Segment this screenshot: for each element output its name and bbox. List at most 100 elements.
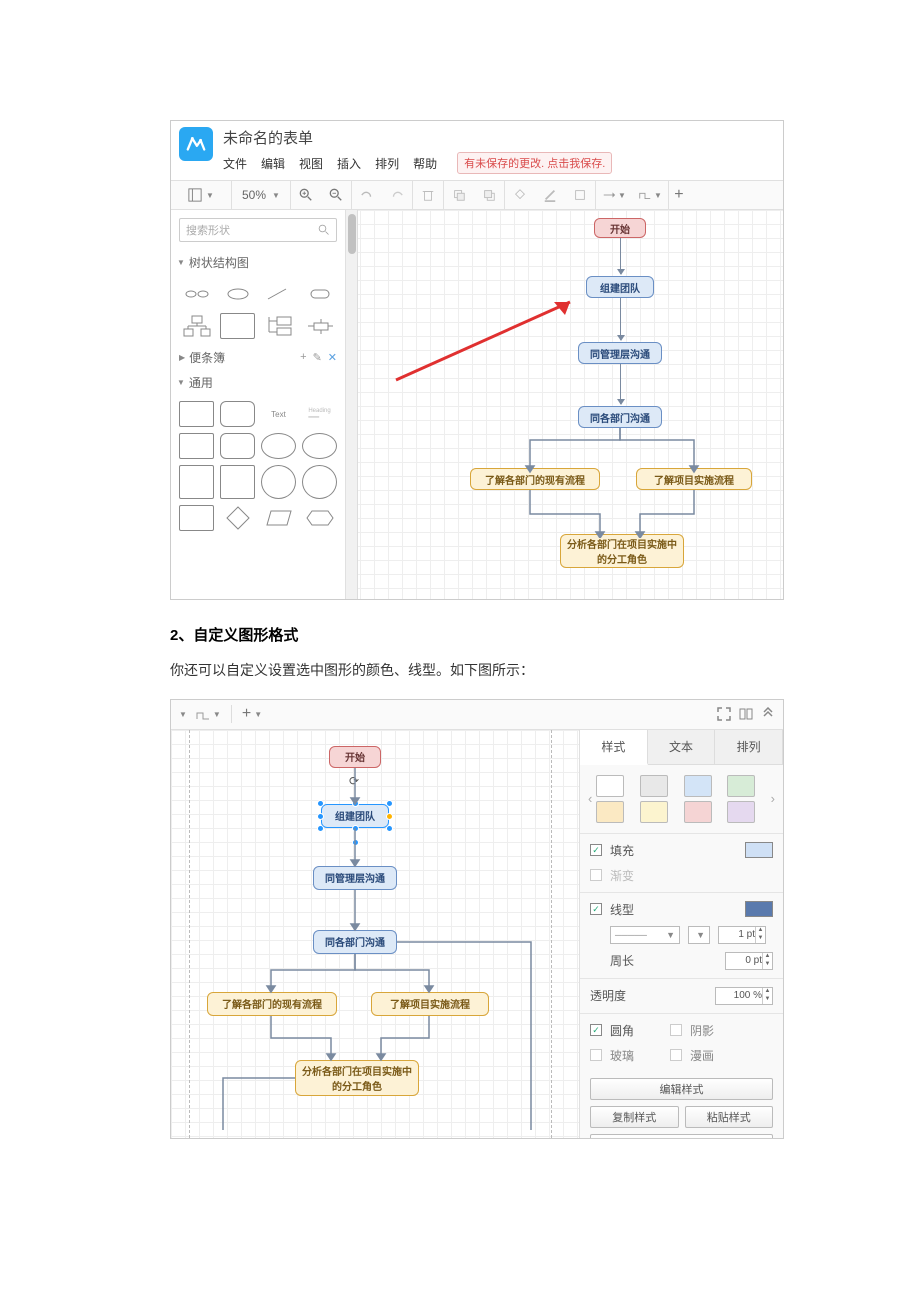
chk-shadow[interactable] <box>670 1024 682 1036</box>
tab-text[interactable]: 文本 <box>648 730 716 764</box>
menu-file[interactable]: 文件 <box>223 155 247 172</box>
tab-arrange[interactable]: 排列 <box>715 730 783 764</box>
fill-color-button[interactable] <box>505 181 535 209</box>
node-analyze[interactable]: 分析各部门在项目实施中的分工角色 <box>560 534 684 568</box>
menu-arrange[interactable]: 排列 <box>375 155 399 172</box>
menu-insert[interactable]: 插入 <box>337 155 361 172</box>
shape-tree-6[interactable] <box>220 313 255 339</box>
add-button[interactable]: + <box>669 181 689 209</box>
shape-square[interactable] <box>179 465 214 499</box>
perimeter-input[interactable]: 0 pt▲▼ <box>725 952 773 970</box>
to-front-button[interactable] <box>444 181 474 209</box>
zoom-out-button[interactable] <box>321 181 351 209</box>
collapse-icon[interactable] <box>761 707 775 721</box>
chk-fill[interactable]: ✓ <box>590 844 602 856</box>
waypoint-icon[interactable] <box>195 707 211 721</box>
fullscreen-icon[interactable] <box>717 707 731 721</box>
connection-button[interactable]: ▼ <box>596 181 632 209</box>
waypoint-button[interactable]: ▼ <box>632 181 668 209</box>
shadow-button[interactable] <box>565 181 595 209</box>
swatch-prev[interactable]: ‹ <box>588 791 592 806</box>
sticky-close-icon[interactable]: ✕ <box>328 351 337 364</box>
canvas2[interactable]: 开始 组建团队 ⟳ 同管理层沟通 同各部门沟通 了解各部门的现有流程 了解项目实… <box>171 730 581 1138</box>
panel-general-header[interactable]: ▼通用 <box>171 370 345 395</box>
shape-tree-8[interactable] <box>302 313 337 339</box>
shape-ellipse2[interactable] <box>302 433 337 459</box>
chk-line[interactable]: ✓ <box>590 903 602 915</box>
shape-rect[interactable] <box>179 401 214 427</box>
chk-comic[interactable] <box>670 1049 682 1061</box>
panels-icon[interactable] <box>739 707 753 721</box>
chk-gradient[interactable] <box>590 869 602 881</box>
delete-button[interactable] <box>413 181 443 209</box>
btn-copy-style[interactable]: 复制样式 <box>590 1106 679 1128</box>
shape-ellipse[interactable] <box>261 433 296 459</box>
line-style-dropdown[interactable]: ─────▼ <box>610 926 680 944</box>
node-dept[interactable]: 同各部门沟通 <box>578 406 662 428</box>
opacity-input[interactable]: 100 %▲▼ <box>715 987 773 1005</box>
swatch-grey[interactable] <box>640 775 668 797</box>
shape-tree-1[interactable] <box>179 281 214 307</box>
shape-circle[interactable] <box>261 465 296 499</box>
document-title[interactable]: 未命名的表单 <box>223 127 612 148</box>
menu-help[interactable]: 帮助 <box>413 155 437 172</box>
swatch-white[interactable] <box>596 775 624 797</box>
undo-button[interactable] <box>352 181 382 209</box>
unsaved-notice[interactable]: 有未保存的更改. 点击我保存. <box>457 152 612 174</box>
panel-tree-header[interactable]: ▼树状结构图 <box>171 250 345 275</box>
shape-diamond[interactable] <box>220 505 255 531</box>
menu-edit[interactable]: 编辑 <box>261 155 285 172</box>
tab-style[interactable]: 样式 <box>580 730 648 765</box>
shape-rounded2[interactable] <box>220 433 255 459</box>
redo-button[interactable] <box>382 181 412 209</box>
shape-rounded[interactable] <box>220 401 255 427</box>
format-panel: 样式 文本 排列 ‹ › ✓ <box>579 730 783 1138</box>
layout-icon[interactable] <box>188 188 202 202</box>
canvas[interactable]: 开始 组建团队 同管理层沟通 同各部门沟通 了解各部门的现有流程 了解项目实施流… <box>346 210 783 600</box>
to-back-button[interactable] <box>474 181 504 209</box>
add-icon[interactable]: + <box>242 705 251 723</box>
swatch-next[interactable]: › <box>771 791 775 806</box>
shape-tree-3[interactable] <box>261 281 296 307</box>
shape-square2[interactable] <box>220 465 255 499</box>
swatch-red[interactable] <box>684 801 712 823</box>
vertical-scrollbar[interactable] <box>346 210 358 600</box>
tb2-dd1[interactable]: ▼ <box>179 710 187 719</box>
swatch-purple[interactable] <box>727 801 755 823</box>
chk-glass[interactable] <box>590 1049 602 1061</box>
shape-text[interactable]: Text <box>261 401 296 427</box>
swatch-green[interactable] <box>727 775 755 797</box>
btn-edit-style[interactable]: 编辑样式 <box>590 1078 773 1100</box>
shape-parallel[interactable] <box>261 505 296 531</box>
zoom-in-button[interactable] <box>291 181 321 209</box>
shape-hexagon[interactable] <box>302 505 337 531</box>
line-color-button[interactable] <box>535 181 565 209</box>
line-width-input[interactable]: 1 pt▲▼ <box>718 926 766 944</box>
zoom-level[interactable]: 50%▼ <box>232 181 290 209</box>
shape-tree-2[interactable] <box>220 281 255 307</box>
shape-rect3[interactable] <box>179 505 214 531</box>
sticky-add-icon[interactable]: + <box>300 351 306 364</box>
shape-tree-4[interactable] <box>302 281 337 307</box>
search-input[interactable]: 搜索形状 <box>179 218 337 242</box>
swatch-orange[interactable] <box>596 801 624 823</box>
shape-tree-7[interactable] <box>261 313 296 339</box>
node-team[interactable]: 组建团队 <box>586 276 654 298</box>
chk-rounded[interactable]: ✓ <box>590 1024 602 1036</box>
shape-tree-5[interactable] <box>179 313 214 339</box>
fill-color[interactable] <box>745 842 773 858</box>
shape-circle2[interactable] <box>302 465 337 499</box>
node-mgmt[interactable]: 同管理层沟通 <box>578 342 662 364</box>
line-style-dropdown2[interactable]: ▼ <box>688 926 710 944</box>
btn-paste-style[interactable]: 粘贴样式 <box>685 1106 774 1128</box>
node-start[interactable]: 开始 <box>594 218 646 238</box>
panel-sticky-header[interactable]: ▶便条簿 <box>179 349 225 366</box>
swatch-yellow[interactable] <box>640 801 668 823</box>
shape-rect2[interactable] <box>179 433 214 459</box>
shape-heading[interactable]: Heading━━━ <box>302 401 337 427</box>
btn-set-default[interactable]: 设置为默认样式 <box>590 1134 773 1139</box>
sticky-edit-icon[interactable]: ✎ <box>313 351 322 364</box>
swatch-blue[interactable] <box>684 775 712 797</box>
menu-view[interactable]: 视图 <box>299 155 323 172</box>
line-color[interactable] <box>745 901 773 917</box>
